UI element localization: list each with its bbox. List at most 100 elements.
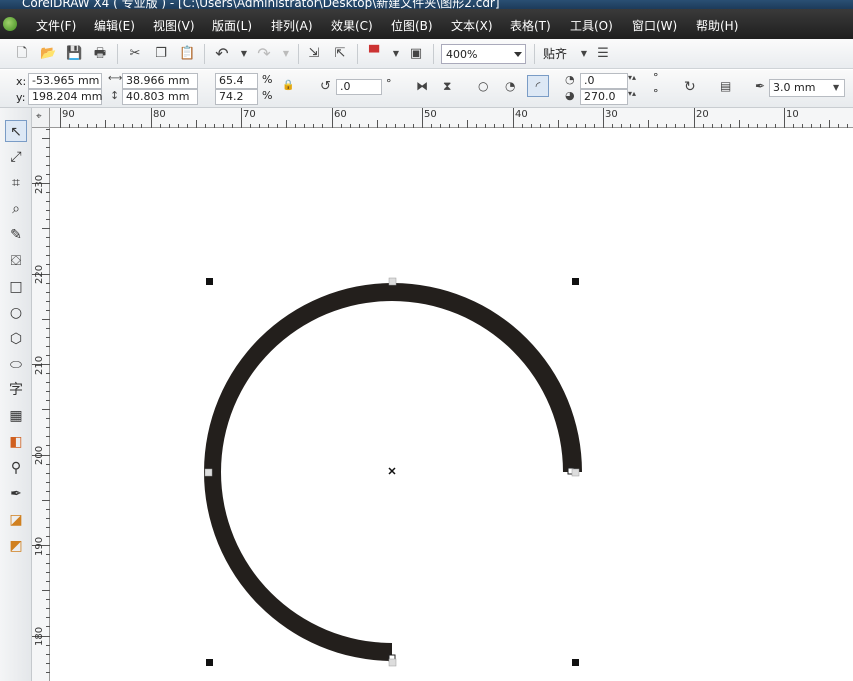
menu-tools[interactable]: 工具(O) <box>570 17 613 34</box>
menu-help[interactable]: 帮助(H) <box>696 17 738 34</box>
menu-text[interactable]: 文本(X) <box>451 17 493 34</box>
selection-handle-top-middle[interactable] <box>388 277 397 286</box>
smart-fill-icon[interactable]: ⛋ <box>5 250 27 272</box>
polygon-tool-icon[interactable]: ⬡ <box>5 328 27 350</box>
open-folder-icon[interactable]: 📂 <box>40 46 56 62</box>
start-angle-icon: ◔ <box>565 73 575 86</box>
selection-handle-top-left[interactable] <box>206 278 213 285</box>
table-tool-icon[interactable]: ▦ <box>5 405 27 427</box>
rectangle-tool-icon[interactable]: □ <box>5 276 27 298</box>
shape-tool-icon[interactable]: ⤢ <box>5 146 27 168</box>
y-position-field[interactable]: 198.204 mm <box>28 89 102 105</box>
menu-view[interactable]: 视图(V) <box>153 17 195 34</box>
freehand-tool-icon[interactable]: ✎ <box>5 224 27 246</box>
ruler-label: 20 <box>696 109 709 120</box>
standard-toolbar: 🗋 📂 💾 🖶 ✂ ❐ 📋 ↶ ▼ ↷ ▼ ⇲ ⇱ ▀ ▼ ▣ 贴齐 ▼ ☰ <box>0 39 853 69</box>
paste-icon[interactable]: 📋 <box>179 46 195 62</box>
degree-label: ° <box>653 71 659 84</box>
options-icon[interactable]: ☰ <box>595 46 611 62</box>
outline-tool-icon[interactable]: ✒ <box>5 483 27 505</box>
rotation-icon: ↺ <box>320 79 331 94</box>
launcher-dropdown-icon[interactable]: ▼ <box>388 46 404 62</box>
selection-handle-bottom-middle[interactable] <box>388 658 397 667</box>
lock-ratio-icon[interactable]: 🔒 <box>282 80 294 91</box>
object-width-field[interactable]: 38.966 mm <box>122 73 198 89</box>
snap-to-label[interactable]: 贴齐 <box>543 46 577 62</box>
undo-icon[interactable]: ↶ <box>214 46 230 62</box>
center-marker-icon[interactable] <box>388 467 396 475</box>
menu-arrange[interactable]: 排列(A) <box>271 17 313 34</box>
eyedropper-tool-icon[interactable]: ⚲ <box>5 457 27 479</box>
scale-x-field[interactable]: 65.4 <box>215 73 258 89</box>
interactive-fill-icon[interactable]: ◩ <box>5 535 27 557</box>
redo-dropdown-icon[interactable]: ▼ <box>278 46 294 62</box>
drawing-canvas[interactable] <box>50 128 853 681</box>
ellipse-mode-icon[interactable]: ○ <box>478 79 488 93</box>
vertical-ruler[interactable]: 230 220 210 200 190 180 <box>32 128 50 681</box>
mirror-vertical-icon[interactable]: ⧗ <box>443 79 451 94</box>
zoom-level-select[interactable]: 400% <box>441 44 526 64</box>
basic-shapes-icon[interactable]: ⬭ <box>5 354 27 376</box>
ellipse-tool-icon[interactable]: ○ <box>5 302 27 324</box>
copy-icon[interactable]: ❐ <box>153 46 169 62</box>
end-angle-field[interactable]: 270.0 <box>580 89 628 105</box>
text-tool-icon[interactable]: 字 <box>5 379 27 401</box>
toolbar-separator <box>433 44 434 64</box>
arc-mode-icon[interactable]: ◜ <box>527 75 549 97</box>
spinner-arrows-icon[interactable]: ▾▴ <box>628 73 636 82</box>
scale-y-field[interactable]: 74.2 <box>215 89 258 105</box>
zoom-level-value: 400% <box>446 48 478 61</box>
export-icon[interactable]: ⇱ <box>332 46 348 62</box>
menu-bitmaps[interactable]: 位图(B) <box>391 17 433 34</box>
wrap-text-icon[interactable]: ▤ <box>720 79 731 93</box>
selection-handle-top-right[interactable] <box>572 278 579 285</box>
undo-dropdown-icon[interactable]: ▼ <box>236 46 252 62</box>
interactive-tool-icon[interactable]: ◧ <box>5 431 27 453</box>
start-angle-field[interactable]: .0 <box>580 73 628 89</box>
chevron-down-icon[interactable]: ▼ <box>833 83 839 92</box>
selection-handle-middle-left[interactable] <box>204 468 213 477</box>
menu-window[interactable]: 窗口(W) <box>632 17 677 34</box>
pick-tool-icon[interactable]: ↖ <box>5 120 27 142</box>
outline-pen-icon: ✒ <box>755 79 766 93</box>
mirror-horizontal-icon[interactable]: ⧓ <box>416 79 428 93</box>
toolbar-separator <box>534 44 535 64</box>
selection-handle-middle-right[interactable] <box>571 468 580 477</box>
selection-handle-bottom-right[interactable] <box>572 659 579 666</box>
degree-label: ° <box>653 87 659 100</box>
x-position-field[interactable]: -53.965 mm <box>28 73 102 89</box>
horizontal-ruler[interactable]: 90 80 70 60 50 40 30 20 10 <box>32 108 853 128</box>
percent-label: % <box>262 73 273 86</box>
spinner-arrows-icon[interactable]: ▾▴ <box>628 89 636 98</box>
pie-mode-icon[interactable]: ◔ <box>505 79 515 93</box>
window-title: CorelDRAW X4 ( 专业版 ) - [C:\Users\Adminis… <box>22 0 500 9</box>
change-direction-icon[interactable]: ↻ <box>684 79 696 95</box>
menu-edit[interactable]: 编辑(E) <box>94 17 135 34</box>
ruler-label: 60 <box>334 109 347 120</box>
menu-table[interactable]: 表格(T) <box>510 17 551 34</box>
new-document-icon[interactable]: 🗋 <box>14 46 30 62</box>
rotation-angle-field[interactable]: .0 <box>336 79 382 95</box>
menu-effects[interactable]: 效果(C) <box>331 17 373 34</box>
width-icon: ⟷ <box>108 73 123 84</box>
selection-handle-bottom-left[interactable] <box>206 659 213 666</box>
ruler-label: 230 <box>34 174 45 194</box>
ruler-origin-corner[interactable]: ⌖ <box>32 108 50 128</box>
cut-icon[interactable]: ✂ <box>127 46 143 62</box>
crop-tool-icon[interactable]: ⌗ <box>5 172 27 194</box>
menu-layout[interactable]: 版面(L) <box>212 17 252 34</box>
application-launcher-icon[interactable]: ▀ <box>366 46 382 62</box>
welcome-screen-icon[interactable]: ▣ <box>408 46 424 62</box>
snap-dropdown-icon[interactable]: ▼ <box>576 46 592 62</box>
import-icon[interactable]: ⇲ <box>306 46 322 62</box>
redo-icon[interactable]: ↷ <box>256 46 272 62</box>
ruler-label: 70 <box>243 109 256 120</box>
fill-tool-icon[interactable]: ◪ <box>5 509 27 531</box>
zoom-tool-icon[interactable]: ⌕ <box>5 198 27 220</box>
ruler-label: 200 <box>34 445 45 465</box>
object-height-field[interactable]: 40.803 mm <box>122 89 198 105</box>
print-icon[interactable]: 🖶 <box>92 46 108 62</box>
menu-file[interactable]: 文件(F) <box>36 17 76 34</box>
y-label: y: <box>16 91 26 104</box>
save-icon[interactable]: 💾 <box>66 46 82 62</box>
